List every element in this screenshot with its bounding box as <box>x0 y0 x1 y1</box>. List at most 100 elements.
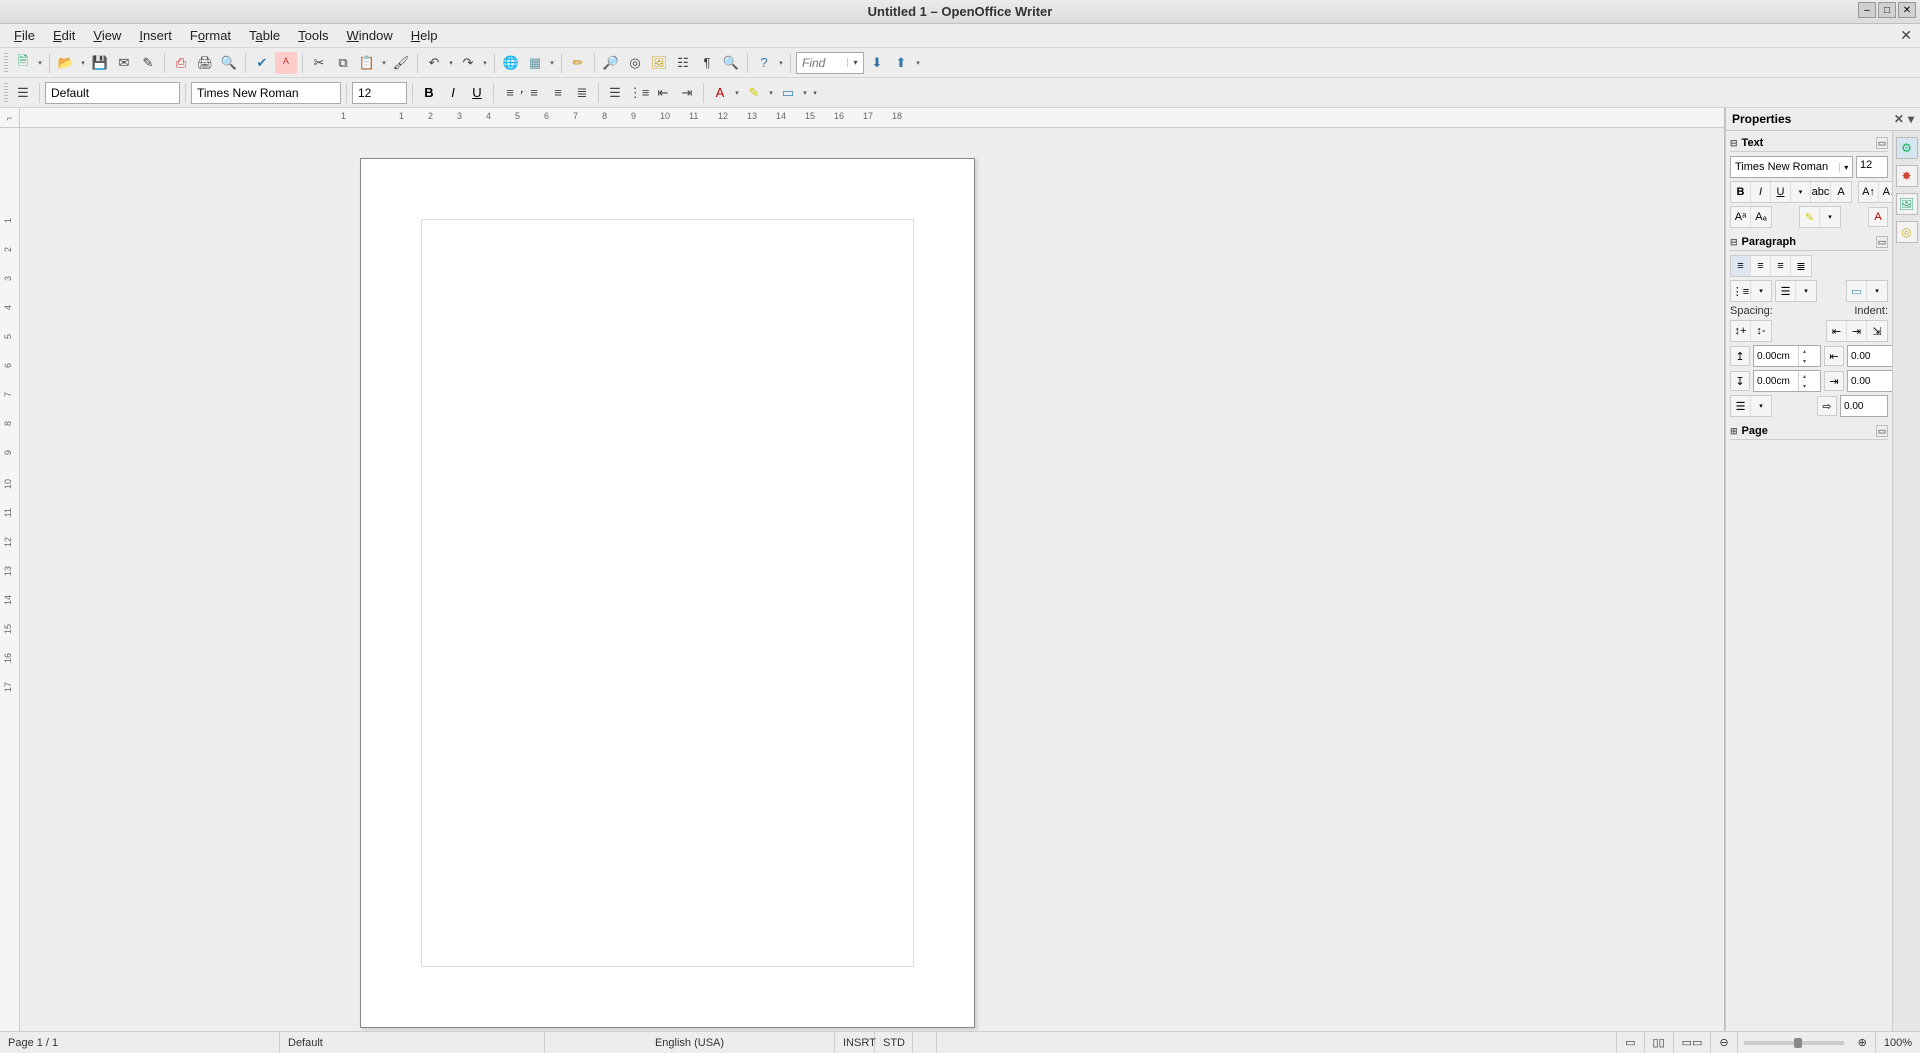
status-language[interactable]: English (USA) <box>545 1032 835 1053</box>
find-dropdown[interactable]: ▾ <box>847 58 863 67</box>
nonprinting-chars-icon[interactable]: ¶ <box>696 52 718 74</box>
open-icon[interactable]: 📂 <box>55 52 77 74</box>
align-justify-icon[interactable]: ≣ <box>571 82 593 104</box>
paste-dropdown[interactable]: ▾ <box>380 59 388 67</box>
bold-icon[interactable]: B <box>418 82 440 104</box>
menu-window[interactable]: Window <box>339 25 401 46</box>
font-name-input[interactable] <box>192 86 357 100</box>
status-view-book-icon[interactable]: ▭▭ <box>1674 1032 1712 1053</box>
sidebar-highlight-icon[interactable]: ✎ <box>1800 207 1820 227</box>
table-dropdown[interactable]: ▾ <box>548 59 556 67</box>
menu-format[interactable]: Format <box>182 25 239 46</box>
open-dropdown[interactable]: ▾ <box>79 59 87 67</box>
status-insert-mode[interactable]: INSRT <box>835 1032 875 1053</box>
sidebar-bullets-icon[interactable]: ⋮≡ <box>1731 281 1751 301</box>
find-replace-icon[interactable]: 🔎 <box>600 52 622 74</box>
zoom-in-icon[interactable]: ⊕ <box>1850 1032 1876 1053</box>
section-options-icon[interactable]: ▭ <box>1876 137 1888 149</box>
find-next-down-icon[interactable]: ⬇ <box>866 52 888 74</box>
status-selection-mode[interactable]: STD <box>875 1032 913 1053</box>
spellcheck-icon[interactable]: ✔ <box>251 52 273 74</box>
sidebar-gallery-tab-icon[interactable]: 🖼 <box>1896 193 1918 215</box>
sidebar-navigator-tab-icon[interactable]: ◎ <box>1896 221 1918 243</box>
find-input[interactable] <box>797 56 847 70</box>
menu-file[interactable]: File <box>6 25 43 46</box>
sidebar-align-left-icon[interactable]: ≡ <box>1731 256 1751 276</box>
sidebar-align-justify-icon[interactable]: ≣ <box>1791 256 1811 276</box>
sidebar-numbering-icon[interactable]: ☰ <box>1776 281 1796 301</box>
formatting-overflow[interactable]: ▾ <box>811 89 819 97</box>
section-options-icon[interactable]: ▭ <box>1876 425 1888 437</box>
paragraph-style-input[interactable] <box>46 86 211 100</box>
align-left-icon[interactable]: ≡ <box>499 82 521 104</box>
gallery-icon[interactable]: 🖼 <box>648 52 670 74</box>
sidebar-text-title[interactable]: ⊟ Text ▭ <box>1730 135 1888 152</box>
sidebar-underline-icon[interactable]: U <box>1771 182 1791 202</box>
numbered-list-icon[interactable]: ☰ <box>604 82 626 104</box>
auto-spellcheck-icon[interactable]: ᴬ <box>275 52 297 74</box>
undo-icon[interactable]: ↶ <box>423 52 445 74</box>
sidebar-superscript-icon[interactable]: Aᵃ <box>1731 207 1751 227</box>
sidebar-align-right-icon[interactable]: ≡ <box>1771 256 1791 276</box>
navigator-icon[interactable]: ◎ <box>624 52 646 74</box>
line-spacing-dropdown[interactable]: ▾ <box>1751 396 1771 416</box>
font-size-combo[interactable]: ▾ <box>352 82 407 104</box>
spacing-below-field[interactable]: ▴▾ <box>1753 370 1821 392</box>
italic-icon[interactable]: I <box>442 82 464 104</box>
bullet-list-icon[interactable]: ⋮≡ <box>628 82 650 104</box>
section-options-icon[interactable]: ▭ <box>1876 236 1888 248</box>
status-view-multi-icon[interactable]: ▯▯ <box>1645 1032 1674 1053</box>
sidebar-page-title[interactable]: ⊞ Page ▭ <box>1730 423 1888 440</box>
hanging-indent-icon[interactable]: ⇲ <box>1867 321 1887 341</box>
email-icon[interactable]: ✉ <box>113 52 135 74</box>
export-pdf-icon[interactable]: ⎙ <box>170 52 192 74</box>
sidebar-numbering-dropdown[interactable]: ▾ <box>1796 281 1816 301</box>
toolbar-grip-2[interactable] <box>4 83 8 103</box>
styles-icon[interactable]: ☰ <box>12 82 34 104</box>
cut-icon[interactable]: ✂ <box>308 52 330 74</box>
sidebar-font-color-icon[interactable]: A <box>1868 207 1888 227</box>
collapse-icon[interactable]: ⊟ <box>1730 237 1738 248</box>
paragraph-style-combo[interactable]: ▾ <box>45 82 180 104</box>
sidebar-align-center-icon[interactable]: ≡ <box>1751 256 1771 276</box>
background-color-icon[interactable]: ▭ <box>777 82 799 104</box>
sidebar-subscript-icon[interactable]: Aₐ <box>1751 207 1771 227</box>
expand-icon[interactable]: ⊞ <box>1730 426 1738 437</box>
increase-indent-icon[interactable]: ⇥ <box>1847 321 1867 341</box>
undo-dropdown[interactable]: ▾ <box>447 59 455 67</box>
hyperlink-icon[interactable]: 🌐 <box>500 52 522 74</box>
print-icon[interactable]: 🖨 <box>194 52 216 74</box>
font-color-dropdown[interactable]: ▾ <box>733 89 741 97</box>
menu-table[interactable]: Table <box>241 25 288 46</box>
zoom-percent[interactable]: 100% <box>1876 1032 1920 1053</box>
help-dropdown[interactable]: ▾ <box>777 59 785 67</box>
sidebar-highlight-dropdown[interactable]: ▾ <box>1820 207 1840 227</box>
sidebar-shrink-font-icon[interactable]: A↓ <box>1879 182 1892 202</box>
sidebar-underline-dropdown[interactable]: ▾ <box>1791 182 1811 202</box>
increase-indent-icon[interactable]: ⇥ <box>676 82 698 104</box>
zoom-out-icon[interactable]: ⊖ <box>1711 1032 1737 1053</box>
sidebar-properties-tab-icon[interactable]: ⚙ <box>1896 137 1918 159</box>
align-center-icon[interactable]: ≡ <box>523 82 545 104</box>
copy-icon[interactable]: ⧉ <box>332 52 354 74</box>
maximize-button[interactable]: □ <box>1878 2 1896 18</box>
status-view-single-icon[interactable]: ▭ <box>1617 1032 1644 1053</box>
horizontal-ruler[interactable]: ⌐ 1123456789101112131415161718 <box>0 108 1724 128</box>
redo-dropdown[interactable]: ▾ <box>481 59 489 67</box>
find-next-up-icon[interactable]: ⬆ <box>890 52 912 74</box>
indent-right-field[interactable] <box>1847 370 1892 392</box>
spacing-above-field[interactable]: ▴▾ <box>1753 345 1821 367</box>
line-spacing-icon[interactable]: ☰ <box>1731 396 1751 416</box>
indent-left-field[interactable] <box>1847 345 1892 367</box>
sidebar-bgcolor-dropdown[interactable]: ▾ <box>1867 281 1887 301</box>
toolbar-grip[interactable] <box>4 53 8 73</box>
sidebar-font-input[interactable] <box>1731 161 1839 173</box>
align-right-icon[interactable]: ≡ <box>547 82 569 104</box>
collapse-icon[interactable]: ⊟ <box>1730 138 1738 149</box>
decrease-indent-icon[interactable]: ⇤ <box>1827 321 1847 341</box>
menu-tools[interactable]: Tools <box>290 25 336 46</box>
font-color-icon[interactable]: A <box>709 82 731 104</box>
sidebar-menu-icon[interactable]: ▾ <box>1908 112 1914 126</box>
sidebar-styles-tab-icon[interactable]: ✸ <box>1896 165 1918 187</box>
sidebar-grow-font-icon[interactable]: A↑ <box>1859 182 1879 202</box>
